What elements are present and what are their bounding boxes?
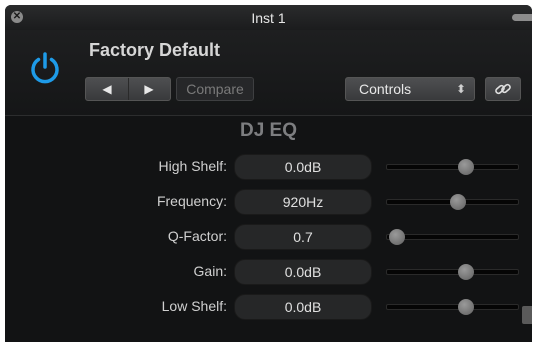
plugin-header: Factory Default ◀ ▶ Compare Controls ⬍	[5, 30, 532, 116]
compare-button[interactable]: Compare	[176, 77, 254, 101]
title-bar: ✕ Inst 1	[5, 5, 532, 30]
param-slider[interactable]	[386, 194, 519, 210]
param-slider[interactable]	[386, 299, 519, 315]
resize-handle[interactable]	[522, 306, 532, 324]
preset-name[interactable]: Factory Default	[89, 40, 220, 61]
preset-navigation: ◀ ▶	[85, 77, 171, 101]
plugin-title: DJ EQ	[239, 120, 298, 141]
view-mode-label: Controls	[359, 81, 412, 97]
slider-knob[interactable]	[457, 159, 474, 175]
link-button[interactable]	[485, 77, 521, 101]
previous-preset-button[interactable]: ◀	[86, 78, 129, 100]
param-value-field[interactable]: 0.0dB	[234, 154, 372, 180]
param-slider[interactable]	[386, 229, 519, 245]
collapse-button[interactable]	[512, 14, 532, 21]
param-slider[interactable]	[386, 264, 519, 280]
slider-knob[interactable]	[389, 229, 405, 245]
plugin-controls: DJ EQ High Shelf: 0.0dB Frequency: 920Hz…	[5, 116, 532, 342]
view-mode-select[interactable]: Controls ⬍	[345, 77, 475, 101]
slider-knob[interactable]	[457, 264, 474, 280]
param-row-q-factor: Q-Factor: 0.7	[5, 224, 532, 250]
slider-knob[interactable]	[450, 194, 467, 210]
param-value-field[interactable]: 0.0dB	[234, 294, 372, 320]
next-preset-button[interactable]: ▶	[128, 78, 170, 100]
param-row-high-shelf: High Shelf: 0.0dB	[5, 154, 532, 180]
param-value-field[interactable]: 920Hz	[234, 189, 372, 215]
chevron-up-down-icon: ⬍	[455, 82, 466, 96]
param-label: High Shelf:	[158, 158, 227, 174]
param-label: Q-Factor:	[167, 228, 227, 244]
window-title: Inst 1	[251, 10, 286, 26]
link-icon	[495, 83, 511, 95]
param-slider[interactable]	[386, 159, 519, 175]
plugin-window: ✕ Inst 1 Factory Default ◀ ▶ Compare Con…	[5, 5, 532, 342]
power-icon	[31, 52, 59, 84]
param-value-field[interactable]: 0.7	[234, 224, 372, 250]
power-button[interactable]	[27, 50, 63, 86]
param-row-low-shelf: Low Shelf: 0.0dB	[5, 294, 532, 320]
param-row-frequency: Frequency: 920Hz	[5, 189, 532, 215]
param-label: Low Shelf:	[161, 298, 227, 314]
param-label: Frequency:	[156, 193, 227, 209]
param-row-gain: Gain: 0.0dB	[5, 259, 532, 285]
param-label: Gain:	[193, 263, 227, 279]
param-value-field[interactable]: 0.0dB	[234, 259, 372, 285]
slider-knob[interactable]	[457, 299, 474, 315]
